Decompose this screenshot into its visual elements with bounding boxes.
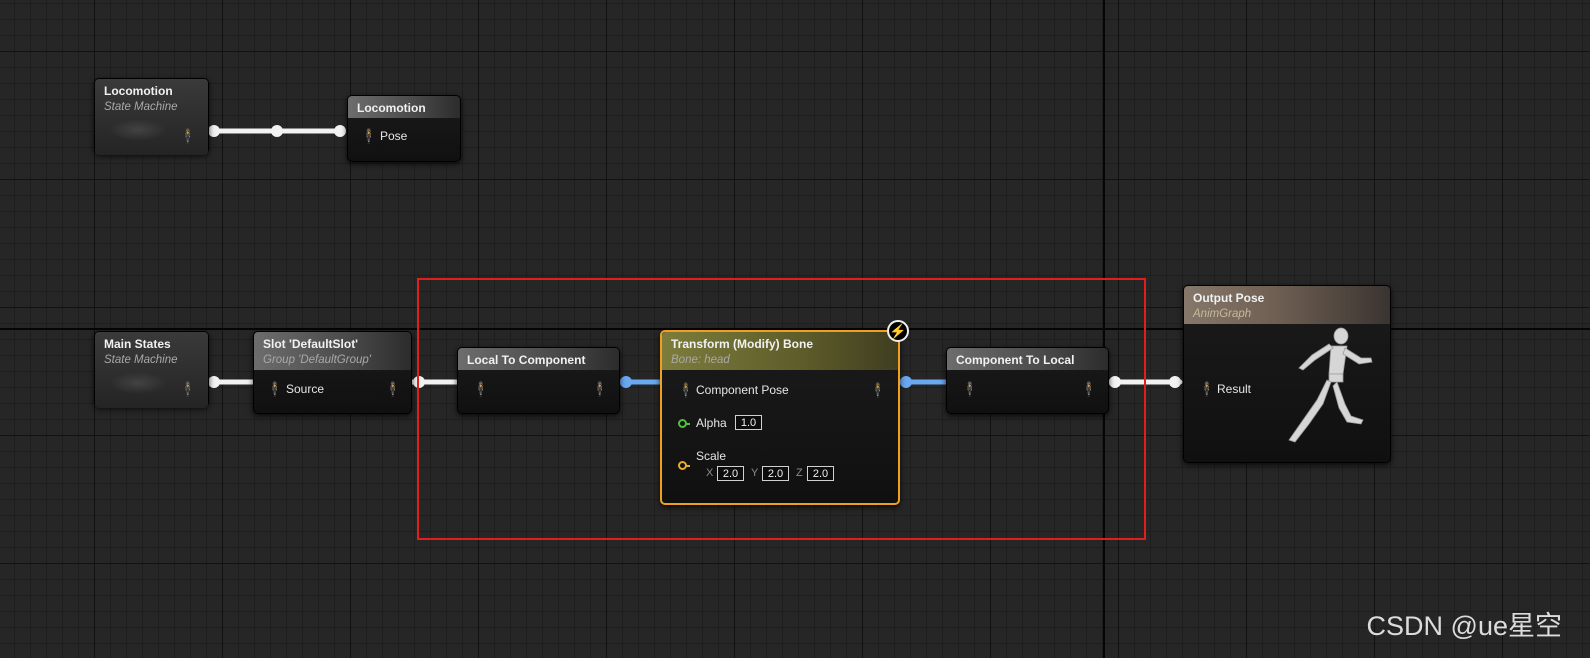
state-machine-preview [109, 119, 167, 141]
node-subtitle: Group 'DefaultGroup' [263, 354, 371, 366]
running-mannequin-icon [1288, 327, 1373, 443]
node-output-pose[interactable]: Output Pose AnimGraph 🕴 Result [1183, 285, 1391, 463]
pin-label-source: Source [286, 382, 325, 396]
person-icon[interactable]: 🕴 [1198, 382, 1215, 396]
selection-highlight-box [417, 278, 1146, 540]
node-subtitle: AnimGraph [1193, 308, 1252, 320]
node-locomotion-pose[interactable]: Locomotion 🕴 Pose [347, 95, 461, 162]
node-subtitle: State Machine [104, 354, 178, 366]
person-icon[interactable]: 🕴 [384, 382, 401, 396]
watermark: CSDN @ue星空 [1366, 611, 1562, 641]
node-title: Main States [104, 337, 171, 351]
node-main-states[interactable]: Main States State Machine 🕴 [94, 331, 209, 408]
node-locomotion-state-machine[interactable]: Locomotion State Machine 🕴 [94, 78, 209, 155]
node-subtitle: State Machine [104, 101, 178, 113]
wire-knot-end[interactable] [334, 125, 346, 137]
state-machine-preview [109, 372, 167, 394]
person-icon[interactable]: 🕴 [360, 129, 377, 143]
pin-label-pose: Pose [380, 129, 408, 143]
person-icon[interactable]: 🕴 [266, 382, 283, 396]
wire-knot-output[interactable] [1169, 376, 1181, 388]
wire-knot-start[interactable] [208, 125, 220, 137]
node-slot-defaultslot[interactable]: Slot 'DefaultSlot' Group 'DefaultGroup' … [253, 331, 412, 414]
node-title: Locomotion [357, 101, 426, 115]
wire-knot-mainstates[interactable] [208, 376, 220, 388]
wire-knot-mid[interactable] [271, 125, 283, 137]
node-title: Locomotion [104, 84, 173, 98]
anim-graph-canvas[interactable]: Locomotion State Machine 🕴 Locomotion 🕴 … [0, 0, 1590, 658]
pin-label-result: Result [1217, 382, 1252, 396]
node-title: Output Pose [1193, 291, 1265, 305]
person-icon[interactable]: 🕴 [179, 382, 196, 396]
person-icon[interactable]: 🕴 [179, 129, 196, 143]
node-title: Slot 'DefaultSlot' [263, 337, 359, 351]
